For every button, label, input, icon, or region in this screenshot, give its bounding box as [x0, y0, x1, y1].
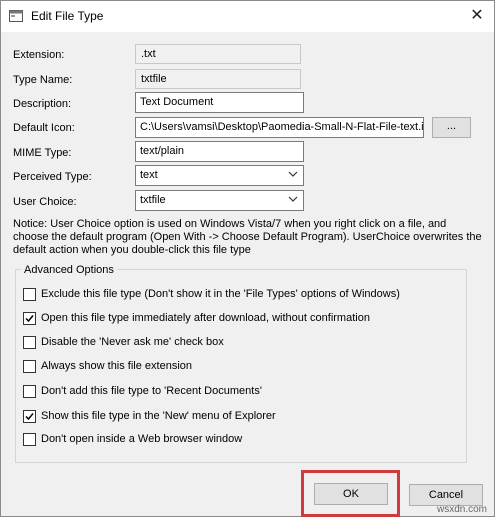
option-label: Show this file type in the 'New' menu of… — [41, 410, 276, 422]
checkbox[interactable] — [23, 360, 36, 373]
type-name-label: Type Name: — [13, 74, 73, 86]
checkbox[interactable] — [23, 312, 36, 325]
browse-icon-button[interactable]: ... — [432, 117, 471, 138]
option-label: Don't open inside a Web browser window — [41, 433, 243, 445]
watermark-text: wsxdn.com — [437, 504, 488, 515]
checkbox[interactable] — [23, 288, 36, 301]
checkmark-icon — [25, 413, 34, 421]
default-icon-path-input[interactable]: C:\Users\vamsi\Desktop\Paomedia-Small-N-… — [135, 117, 424, 138]
checkmark-icon — [25, 315, 34, 323]
mime-type-label: MIME Type: — [13, 147, 72, 159]
option-label: Exclude this file type (Don't show it in… — [41, 288, 400, 300]
edit-file-type-dialog: Edit File Type ✕ Extension: .txt Type Na… — [0, 0, 495, 517]
perceived-type-select[interactable]: text — [135, 165, 304, 186]
extension-field: .txt — [135, 44, 301, 64]
user-choice-value: txtfile — [140, 194, 166, 206]
ok-button[interactable]: OK — [314, 483, 388, 505]
close-icon[interactable]: ✕ — [467, 6, 487, 26]
checkbox[interactable] — [23, 433, 36, 446]
window-title: Edit File Type — [31, 9, 104, 23]
window-app-icon — [9, 10, 23, 22]
user-choice-select[interactable]: txtfile — [135, 190, 304, 211]
user-choice-label: User Choice: — [13, 196, 77, 208]
option-label: Don't add this file type to 'Recent Docu… — [41, 385, 262, 397]
description-input[interactable]: Text Document — [135, 92, 304, 113]
chevron-down-icon — [288, 171, 298, 177]
option-label: Open this file type immediately after do… — [41, 312, 370, 324]
chevron-down-icon — [288, 196, 298, 202]
checkbox[interactable] — [23, 410, 36, 423]
perceived-type-label: Perceived Type: — [13, 171, 92, 183]
default-icon-label: Default Icon: — [13, 122, 75, 134]
title-bar: Edit File Type ✕ — [1, 1, 494, 32]
user-choice-notice: Notice: User Choice option is used on Wi… — [13, 218, 482, 256]
checkbox[interactable] — [23, 336, 36, 349]
cancel-button[interactable]: Cancel — [409, 484, 483, 506]
option-label: Disable the 'Never ask me' check box — [41, 336, 224, 348]
mime-type-input[interactable]: text/plain — [135, 141, 304, 162]
description-label: Description: — [13, 98, 72, 110]
perceived-type-value: text — [140, 169, 158, 181]
checkbox[interactable] — [23, 385, 36, 398]
advanced-options-title: Advanced Options — [21, 264, 117, 276]
option-label: Always show this file extension — [41, 360, 193, 372]
type-name-field: txtfile — [135, 69, 301, 89]
extension-label: Extension: — [13, 49, 65, 61]
